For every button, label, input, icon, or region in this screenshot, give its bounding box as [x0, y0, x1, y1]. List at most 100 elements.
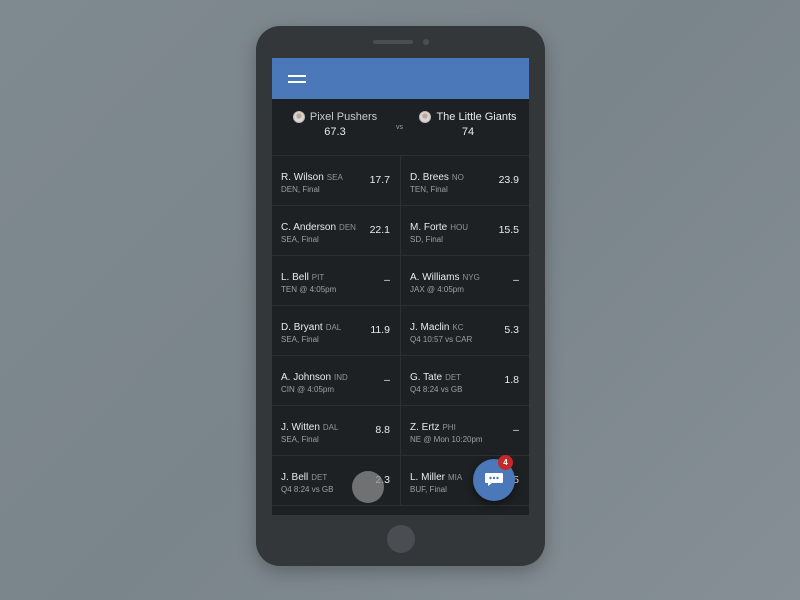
player-points: 22.1 — [369, 224, 390, 236]
player-line: L. Bell PIT — [281, 267, 324, 285]
home-button[interactable] — [387, 525, 415, 553]
player-team: SEA — [326, 173, 343, 182]
player-name: C. Anderson — [281, 222, 337, 233]
player-name: D. Brees — [410, 172, 449, 183]
matchup-row: J. Witten DAL SEA, Final 8.8 Z. Ertz PHI NE @ … — [272, 406, 529, 456]
player-name: L. Miller — [410, 472, 446, 483]
player-points: – — [384, 374, 390, 386]
player-line: J. Maclin KC — [410, 317, 464, 335]
player-cell-right[interactable]: Z. Ertz PHI NE @ Mon 10:20pm – — [401, 406, 529, 455]
player-line: G. Tate DET — [410, 367, 461, 385]
player-team: NYG — [462, 273, 480, 282]
notification-badge: 4 — [498, 455, 513, 470]
player-team: HOU — [450, 223, 469, 232]
away-team-score: 74 — [461, 126, 475, 138]
away-team-name: The Little Giants — [436, 111, 517, 123]
game-status: DEN, Final — [281, 185, 320, 194]
game-status: NE @ Mon 10:20pm — [410, 435, 483, 444]
player-line: J. Bell DET — [281, 467, 327, 485]
game-status: Q4 10:57 vs CAR — [410, 335, 473, 344]
game-status: SEA, Final — [281, 235, 319, 244]
game-status: CIN @ 4:05pm — [281, 385, 335, 394]
chat-button[interactable]: 4 — [473, 455, 515, 501]
game-status: Q4 8:24 vs GB — [410, 385, 463, 394]
player-points: – — [513, 274, 519, 286]
home-team-name: Pixel Pushers — [309, 111, 378, 123]
player-cell-left[interactable]: R. Wilson SEA DEN, Final 17.7 — [272, 156, 401, 205]
player-cell-right[interactable]: J. Maclin KC Q4 10:57 vs CAR 5.3 — [401, 306, 529, 355]
player-team: PIT — [311, 273, 325, 282]
player-team: IND — [334, 373, 348, 382]
player-name: A. Johnson — [281, 372, 332, 383]
player-cell-right[interactable]: G. Tate DET Q4 8:24 vs GB 1.8 — [401, 356, 529, 405]
player-cell-left[interactable]: D. Bryant DAL SEA, Final 11.9 — [272, 306, 401, 355]
player-points: – — [384, 274, 390, 286]
player-team: DET — [311, 473, 328, 482]
player-points: 5.3 — [504, 324, 519, 336]
matchup-header: Pixel Pushers 67.3 vs The Little Giants … — [272, 99, 529, 156]
matchup-row: R. Wilson SEA DEN, Final 17.7 D. Brees NO TEN,… — [272, 156, 529, 206]
player-points: 23.9 — [498, 174, 519, 186]
player-matchup-list: R. Wilson SEA DEN, Final 17.7 D. Brees NO TEN,… — [272, 156, 529, 506]
vs-label: vs — [396, 124, 403, 131]
player-name: L. Bell — [281, 272, 309, 283]
game-status: SD, Final — [410, 235, 443, 244]
player-points: 11.9 — [370, 324, 390, 336]
player-team: PHI — [442, 423, 456, 432]
player-name: A. Williams — [410, 272, 460, 283]
phone-camera — [423, 39, 429, 45]
player-points: 17.7 — [369, 174, 390, 186]
phone-device: Pixel Pushers 67.3 vs The Little Giants … — [256, 26, 545, 566]
player-line: C. Anderson DEN — [281, 217, 356, 235]
player-cell-right[interactable]: A. Williams NYG JAX @ 4:05pm – — [401, 256, 529, 305]
player-line: D. Brees NO — [410, 167, 464, 185]
matchup-row: D. Bryant DAL SEA, Final 11.9 J. Maclin KC Q4 … — [272, 306, 529, 356]
player-points: 15.5 — [498, 224, 519, 236]
player-cell-left[interactable]: L. Bell PIT TEN @ 4:05pm – — [272, 256, 401, 305]
player-cell-left[interactable]: C. Anderson DEN SEA, Final 22.1 — [272, 206, 401, 255]
player-team: DEN — [339, 223, 356, 232]
player-name: J. Bell — [281, 472, 309, 483]
player-name: J. Witten — [281, 422, 320, 433]
matchup-row: L. Bell PIT TEN @ 4:05pm – A. Williams NYG JAX… — [272, 256, 529, 306]
player-line: L. Miller MIA — [410, 467, 462, 485]
hamburger-menu-icon[interactable] — [288, 74, 306, 84]
away-team-avatar — [419, 111, 432, 123]
player-team: DAL — [322, 423, 339, 432]
phone-speaker — [373, 40, 413, 44]
app-screen: Pixel Pushers 67.3 vs The Little Giants … — [272, 58, 529, 515]
player-name: J. Maclin — [410, 322, 450, 333]
player-line: D. Bryant DAL — [281, 317, 341, 335]
chat-bubble-icon — [485, 473, 503, 486]
game-status: TEN @ 4:05pm — [281, 285, 337, 294]
player-name: R. Wilson — [281, 172, 324, 183]
player-line: M. Forte HOU — [410, 217, 468, 235]
touch-indicator — [352, 471, 384, 503]
home-team-avatar — [292, 111, 305, 123]
player-team: MIA — [448, 473, 463, 482]
game-status: SEA, Final — [281, 335, 319, 344]
player-team: DAL — [325, 323, 342, 332]
player-line: J. Witten DAL — [281, 417, 338, 435]
game-status: JAX @ 4:05pm — [410, 285, 464, 294]
player-name: D. Bryant — [281, 322, 323, 333]
player-points: – — [513, 424, 519, 436]
game-status: SEA, Final — [281, 435, 319, 444]
away-team[interactable]: The Little Giants 74 — [419, 111, 517, 138]
player-name: Z. Ertz — [410, 422, 440, 433]
matchup-row: A. Johnson IND CIN @ 4:05pm – G. Tate DET Q4 8… — [272, 356, 529, 406]
player-line: R. Wilson SEA — [281, 167, 343, 185]
player-team: DET — [445, 373, 462, 382]
player-cell-left[interactable]: A. Johnson IND CIN @ 4:05pm – — [272, 356, 401, 405]
player-line: A. Johnson IND — [281, 367, 348, 385]
game-status: BUF, Final — [410, 485, 447, 494]
player-line: Z. Ertz PHI — [410, 417, 456, 435]
player-cell-right[interactable]: D. Brees NO TEN, Final 23.9 — [401, 156, 529, 205]
game-status: Q4 8:24 vs GB — [281, 485, 334, 494]
player-team: KC — [452, 323, 464, 332]
home-team[interactable]: Pixel Pushers 67.3 — [290, 111, 380, 138]
player-cell-right[interactable]: M. Forte HOU SD, Final 15.5 — [401, 206, 529, 255]
player-name: M. Forte — [410, 222, 448, 233]
player-cell-left[interactable]: J. Witten DAL SEA, Final 8.8 — [272, 406, 401, 455]
player-points: 8.8 — [375, 424, 390, 436]
